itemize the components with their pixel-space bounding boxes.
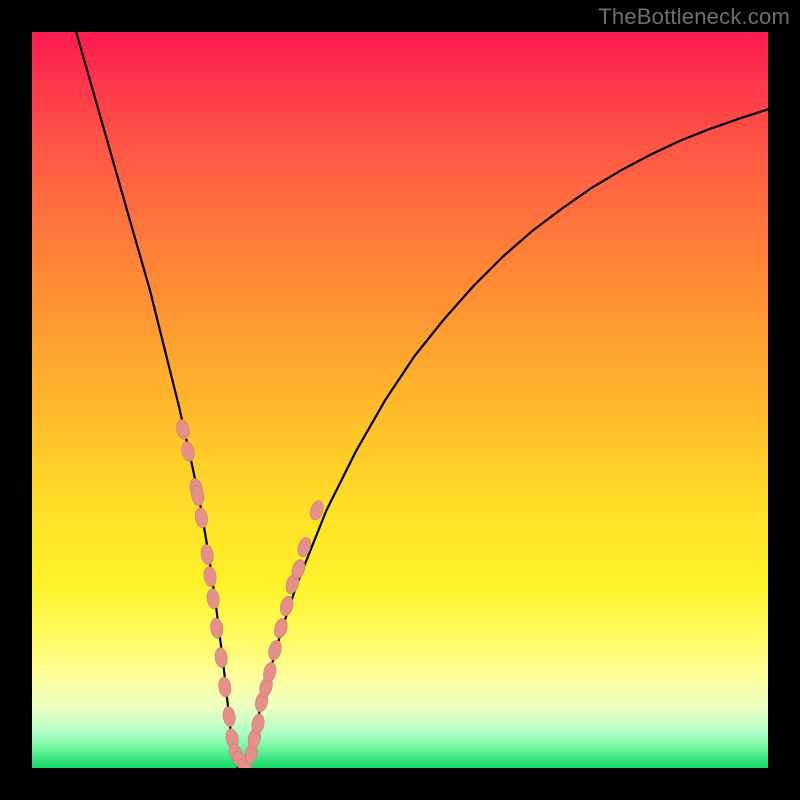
scatter-marker <box>209 617 224 638</box>
scatter-marker <box>222 706 237 727</box>
scatter-marker <box>296 536 313 559</box>
bottleneck-curve <box>76 32 768 768</box>
chart-frame <box>32 32 768 768</box>
scatter-marker <box>206 588 220 609</box>
scatter-marker <box>175 418 191 440</box>
chart-svg-layer <box>32 32 768 768</box>
scatter-marker <box>272 617 289 639</box>
scatter-marker <box>203 566 218 587</box>
watermark-text: TheBottleneck.com <box>598 4 790 30</box>
scatter-marker <box>267 639 283 661</box>
scatter-right-branch <box>243 499 325 764</box>
scatter-marker <box>214 647 229 668</box>
scatter-left-branch <box>175 418 256 768</box>
scatter-marker <box>200 544 215 566</box>
scatter-marker <box>180 440 196 462</box>
scatter-marker <box>194 507 209 529</box>
scatter-marker <box>217 676 232 697</box>
